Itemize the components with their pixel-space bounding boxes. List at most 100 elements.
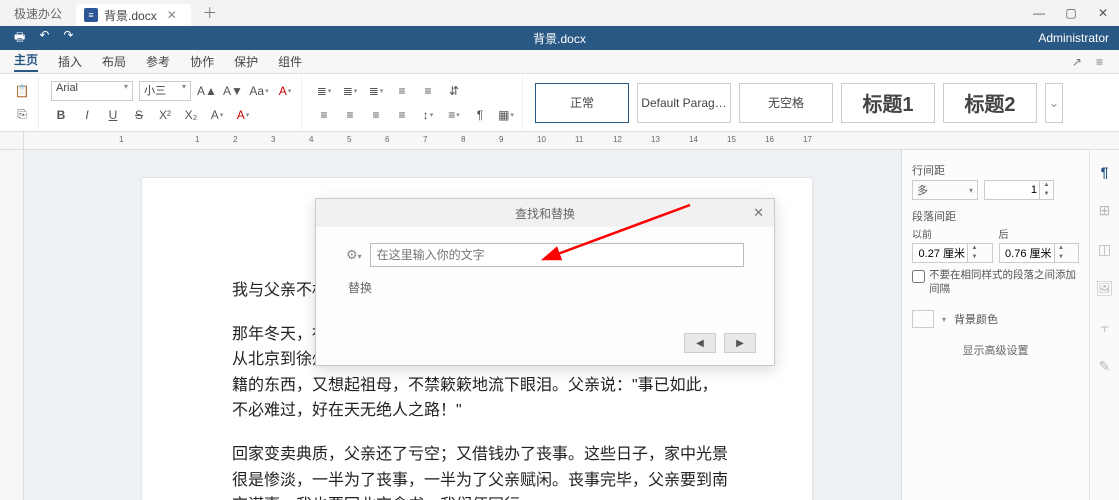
spin-up[interactable]: ▲ bbox=[1040, 181, 1053, 190]
no-space-checkbox[interactable]: 不要在相同样式的段落之间添加间隔 bbox=[912, 269, 1079, 296]
document-tab-name: 背景.docx bbox=[104, 7, 157, 24]
line-spacing-input[interactable] bbox=[985, 181, 1039, 199]
align-right-button[interactable]: ≡ bbox=[366, 105, 386, 125]
image-panel-icon[interactable]: 🖼 bbox=[1096, 280, 1114, 297]
document-tab[interactable]: ≡ 背景.docx ✕ bbox=[76, 4, 191, 26]
paragraph-marks-button[interactable]: ¶ bbox=[470, 105, 490, 125]
line-spacing-value[interactable]: ▲▼ bbox=[984, 180, 1054, 200]
find-prev-button[interactable]: ◀ bbox=[684, 333, 716, 353]
font-group: Arial ▾ 小三 ▾ A▲ A▼ Aa▾ A▾ B I U S X² X₂ … bbox=[45, 77, 302, 129]
italic-button[interactable]: I bbox=[77, 105, 97, 125]
paste-button[interactable]: 📋 bbox=[12, 81, 32, 101]
expand-icon[interactable]: ↗ bbox=[1072, 55, 1082, 69]
strike-button[interactable]: S bbox=[129, 105, 149, 125]
styles-dropdown[interactable]: ⌄ bbox=[1045, 83, 1063, 123]
bg-color-swatch[interactable] bbox=[912, 310, 934, 328]
grow-font-button[interactable]: A▲ bbox=[197, 81, 217, 101]
highlight-button[interactable]: A▾ bbox=[275, 81, 295, 101]
tab-reference[interactable]: 参考 bbox=[146, 53, 170, 70]
bullets-button[interactable]: ≣▾ bbox=[314, 81, 334, 101]
find-next-button[interactable]: ▶ bbox=[724, 333, 756, 353]
spin-down[interactable]: ▼ bbox=[1040, 190, 1053, 199]
search-options-icon[interactable]: ⚙▾ bbox=[346, 247, 362, 263]
numbering-button[interactable]: ≣▾ bbox=[340, 81, 360, 101]
justify-button[interactable]: ≡ bbox=[392, 105, 412, 125]
spacing-before-input[interactable] bbox=[913, 244, 967, 262]
spacing-after-input[interactable] bbox=[1000, 244, 1054, 262]
highlight-color-button[interactable]: A▾ bbox=[207, 105, 227, 125]
line-spacing-button[interactable]: ↕▾ bbox=[418, 105, 438, 125]
decrease-indent-button[interactable]: ≡ bbox=[392, 81, 412, 101]
style-heading1[interactable]: 标题1 bbox=[841, 83, 935, 123]
style-heading2[interactable]: 标题2 bbox=[943, 83, 1037, 123]
copy-button[interactable]: ⎘ bbox=[12, 105, 32, 125]
paragraph-group: ≣▾ ≣▾ ≣▾ ≡ ≡ ⇵ ≡ ≡ ≡ ≡ ↕▾ ≡▾ ¶ ▦▾ bbox=[308, 77, 523, 129]
align-left-button[interactable]: ≡ bbox=[314, 105, 334, 125]
signature-panel-icon[interactable]: ✎ bbox=[1099, 358, 1111, 375]
table-panel-icon[interactable]: ⊞ bbox=[1099, 202, 1111, 219]
bold-button[interactable]: B bbox=[51, 105, 71, 125]
replace-link[interactable]: 替换 bbox=[348, 279, 744, 296]
maximize-button[interactable]: ▢ bbox=[1055, 0, 1087, 26]
line-spacing-label: 行间距 bbox=[912, 162, 1079, 178]
print-button[interactable]: 🖶 bbox=[14, 28, 25, 49]
before-label: 以前 bbox=[912, 226, 993, 241]
borders-button[interactable]: ▦▾ bbox=[496, 105, 516, 125]
minimize-button[interactable]: — bbox=[1023, 0, 1055, 26]
font-name-select[interactable]: Arial ▾ bbox=[51, 81, 133, 101]
change-case-button[interactable]: Aa▾ bbox=[249, 81, 269, 101]
style-default-paragraph[interactable]: Default Parag… bbox=[637, 83, 731, 123]
line-spacing-type-select[interactable]: 多▾ bbox=[912, 180, 978, 200]
font-size-select[interactable]: 小三 ▾ bbox=[139, 81, 191, 101]
dialog-close-button[interactable]: ✕ bbox=[753, 205, 764, 221]
undo-button[interactable]: ↶ bbox=[39, 28, 49, 49]
redo-button[interactable]: ↷ bbox=[63, 28, 73, 49]
shrink-font-button[interactable]: A▼ bbox=[223, 81, 243, 101]
dialog-title: 查找和替换 ✕ bbox=[316, 199, 774, 227]
spacing-after[interactable]: ▲▼ bbox=[999, 243, 1080, 263]
close-window-button[interactable]: ✕ bbox=[1087, 0, 1119, 26]
menu-icon[interactable]: ≡ bbox=[1096, 55, 1103, 69]
horizontal-ruler[interactable]: 11234567891011121314151617 bbox=[24, 132, 1119, 149]
align-center-button[interactable]: ≡ bbox=[340, 105, 360, 125]
tab-home[interactable]: 主页 bbox=[14, 51, 38, 72]
sort-button[interactable]: ⇵ bbox=[444, 81, 464, 101]
tab-protect[interactable]: 保护 bbox=[234, 53, 258, 70]
advanced-settings-link[interactable]: 显示高级设置 bbox=[912, 342, 1079, 358]
font-color-button[interactable]: A▾ bbox=[233, 105, 253, 125]
spacing-before[interactable]: ▲▼ bbox=[912, 243, 993, 263]
paragraph-panel-icon[interactable]: ¶ bbox=[1101, 164, 1109, 180]
increase-indent-button[interactable]: ≡ bbox=[418, 81, 438, 101]
tab-close-button[interactable]: ✕ bbox=[163, 8, 181, 22]
shading-button[interactable]: ≡▾ bbox=[444, 105, 464, 125]
document-title: 背景.docx bbox=[533, 30, 586, 47]
tab-components[interactable]: 组件 bbox=[278, 53, 302, 70]
paragraph[interactable]: 回家变卖典质，父亲还了亏空；又借钱办了丧事。这些日子，家中光景很是惨淡，一半为了… bbox=[232, 442, 732, 500]
underline-button[interactable]: U bbox=[103, 105, 123, 125]
user-label[interactable]: Administrator bbox=[1038, 31, 1119, 45]
after-label: 后 bbox=[999, 226, 1080, 241]
tab-insert[interactable]: 插入 bbox=[58, 53, 82, 70]
header-panel-icon[interactable]: ◫ bbox=[1098, 241, 1111, 258]
tab-collab[interactable]: 协作 bbox=[190, 53, 214, 70]
vertical-ruler[interactable] bbox=[0, 150, 24, 500]
chart-panel-icon[interactable]: ⫟ bbox=[1100, 319, 1108, 336]
bg-color-dropdown[interactable]: ▾ bbox=[942, 315, 946, 324]
clipboard-group: 📋 ⎘ bbox=[6, 77, 39, 129]
tab-layout[interactable]: 布局 bbox=[102, 53, 126, 70]
search-input[interactable] bbox=[370, 243, 744, 267]
quick-access-bar: 🖶 ↶ ↷ 背景.docx Administrator bbox=[0, 26, 1119, 50]
paragraph-side-panel: 行间距 多▾ ▲▼ 段落间距 以前 ▲▼ 后 ▲▼ bbox=[901, 150, 1089, 500]
bg-color-label: 背景颜色 bbox=[954, 311, 998, 327]
find-replace-dialog: 查找和替换 ✕ ⚙▾ 替换 ◀ ▶ bbox=[315, 198, 775, 366]
window-controls: — ▢ ✕ bbox=[1023, 0, 1119, 26]
no-space-checkbox-input[interactable] bbox=[912, 270, 925, 283]
subscript-button[interactable]: X₂ bbox=[181, 105, 201, 125]
styles-gallery: 正常 Default Parag… 无空格 标题1 标题2 ⌄ bbox=[535, 83, 1063, 123]
superscript-button[interactable]: X² bbox=[155, 105, 175, 125]
app-tab[interactable]: 极速办公 bbox=[0, 0, 76, 26]
style-normal[interactable]: 正常 bbox=[535, 83, 629, 123]
style-no-spacing[interactable]: 无空格 bbox=[739, 83, 833, 123]
multilevel-button[interactable]: ≣▾ bbox=[366, 81, 386, 101]
new-tab-button[interactable]: ＋ bbox=[203, 3, 217, 23]
